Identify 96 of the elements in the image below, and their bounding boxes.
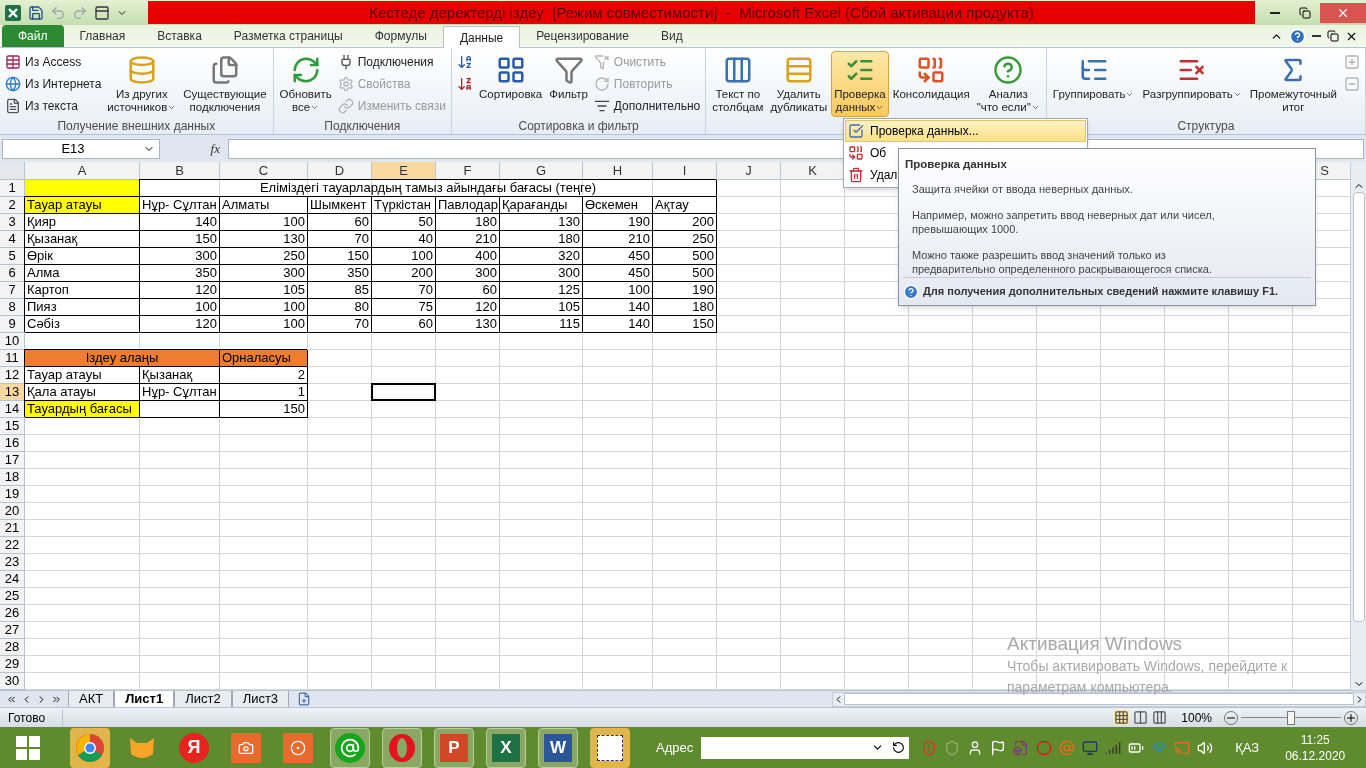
table-cell: 1: [220, 384, 308, 401]
table-cell: 210: [583, 231, 653, 248]
table-cell: 100: [583, 282, 653, 299]
table-cell: 60: [436, 282, 500, 299]
table-cell: Өскемен: [583, 197, 653, 214]
table-cell: Қарағанды: [500, 197, 583, 214]
table-cell: 180: [436, 214, 500, 231]
table-cell: 300: [436, 265, 500, 282]
table-cell: Нұр- Сұлтан: [140, 197, 220, 214]
document-app-icon: P: [440, 733, 468, 762]
table-cell: 130: [500, 214, 583, 231]
table-cell: Ақтау: [653, 197, 717, 214]
table-cell: Өрік: [25, 248, 140, 265]
tooltip-text: Защита ячейки от ввода неверных данных.: [912, 182, 1134, 197]
table-cell: 190: [653, 282, 717, 299]
group-label: Получение внешних данных: [57, 119, 216, 133]
table-cell: 50: [372, 214, 436, 231]
table-cell: 120: [140, 316, 220, 333]
help-hint: Для получения дополнительных сведений нажмите клавишу F1.: [923, 284, 1279, 300]
table-cell: 70: [308, 231, 372, 248]
table-cell: 115: [500, 316, 583, 333]
table-cell: Павлодар: [436, 197, 500, 214]
table-cell: 400: [436, 248, 500, 265]
table-cell: 450: [583, 248, 653, 265]
activation-text: Чтобы активировать Windows, перейдите к: [1007, 657, 1288, 676]
table-cell: 60: [308, 214, 372, 231]
group-label: Сортировка и фильтр: [518, 119, 639, 133]
table-cell: 2: [220, 367, 308, 384]
table-cell: 450: [583, 265, 653, 282]
document-app-icon: X: [492, 733, 520, 762]
table-cell: 100: [140, 299, 220, 316]
table-cell: 80: [308, 299, 372, 316]
address-label: Адрес: [656, 738, 694, 757]
table-cell: 60: [372, 316, 436, 333]
table-cell: 125: [500, 282, 583, 299]
table-cell: Қызанақ: [140, 367, 220, 384]
table-cell: 85: [308, 282, 372, 299]
table-cell: 500: [653, 248, 717, 265]
table-cell: Пияз: [25, 299, 140, 316]
table-cell: 140: [583, 316, 653, 333]
table-cell: 140: [140, 214, 220, 231]
group-label: Подключения: [324, 119, 401, 133]
table-cell: Түркістан: [372, 197, 436, 214]
table-cell: 180: [500, 231, 583, 248]
table-cell: Тауардың бағасы: [25, 401, 140, 418]
table-cell: 320: [500, 248, 583, 265]
document-app-icon: W: [544, 733, 572, 762]
table-cell: 100: [220, 316, 308, 333]
table-cell: 105: [500, 299, 583, 316]
table-cell: 130: [220, 231, 308, 248]
table-cell: Еліміздегі тауарлардың тамыз айындағы бағасы (теңге): [140, 180, 717, 197]
window-title: Кестеде деректерді іздеу [Режим совместимости] - Microsoft Excel (Сбой активации продукта): [148, 1, 1255, 24]
table-cell: 350: [140, 265, 220, 282]
table-cell: Алма: [25, 265, 140, 282]
table-cell: 150: [220, 401, 308, 418]
table-cell: 75: [372, 299, 436, 316]
table-cell: 40: [372, 231, 436, 248]
table-cell: 70: [372, 282, 436, 299]
table-cell: 210: [436, 231, 500, 248]
table-cell: 250: [653, 231, 717, 248]
tooltip-text: Например, можно запретить ввод неверных дат или чисел, превышающих 1000.: [912, 208, 1216, 237]
table-cell: Қызанақ: [25, 231, 140, 248]
status-text: Готово: [0, 708, 63, 727]
table-cell: 500: [653, 265, 717, 282]
table-cell: 150: [653, 316, 717, 333]
table-cell: 100: [220, 299, 308, 316]
table-cell: 120: [140, 282, 220, 299]
table-cell: Тауар атауы: [25, 367, 140, 384]
group-label: Структура: [1177, 119, 1235, 133]
table-cell: Картоп: [25, 282, 140, 299]
activation-title: Активация Windows: [1007, 632, 1184, 656]
table-cell: 200: [372, 265, 436, 282]
table-cell: Алматы: [220, 197, 308, 214]
tooltip-title: Проверка данных: [904, 157, 1008, 172]
table-cell: 140: [583, 299, 653, 316]
table-cell: 300: [140, 248, 220, 265]
table-cell: 250: [220, 248, 308, 265]
table-cell: 105: [220, 282, 308, 299]
table-cell: 350: [308, 265, 372, 282]
table-cell: 120: [436, 299, 500, 316]
table-cell: 130: [436, 316, 500, 333]
table-cell: 300: [500, 265, 583, 282]
table-cell: Нұр- Сұлтан: [140, 384, 220, 401]
table-cell: 150: [140, 231, 220, 248]
table-cell: 180: [653, 299, 717, 316]
table-cell: 200: [653, 214, 717, 231]
tooltip-text: Можно также разрешить ввод значений только из предварительно определенного раскрывающегося списка.: [912, 248, 1213, 277]
table-cell: 70: [308, 316, 372, 333]
table-cell: 300: [220, 265, 308, 282]
table-cell: Қияр: [25, 214, 140, 231]
table-cell: 190: [583, 214, 653, 231]
table-cell: Сәбіз: [25, 316, 140, 333]
table-cell: 150: [308, 248, 372, 265]
table-cell: 100: [372, 248, 436, 265]
table-cell: 100: [220, 214, 308, 231]
table-cell: Шымкент: [308, 197, 372, 214]
